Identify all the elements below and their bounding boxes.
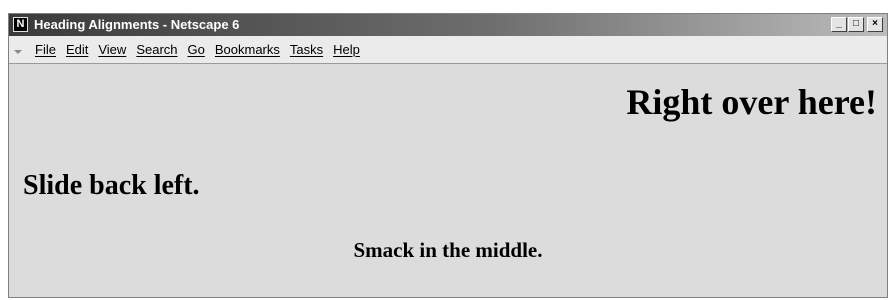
menu-list: File Edit View Search Go Bookmarks Tasks…: [35, 42, 360, 58]
menu-bar: File Edit View Search Go Bookmarks Tasks…: [9, 36, 887, 64]
page-content: Right over here! Slide back left. Smack …: [9, 64, 887, 297]
left-aligned-heading: Slide back left.: [23, 170, 200, 201]
menu-tasks[interactable]: Tasks: [290, 42, 323, 58]
toolbar-grip-icon[interactable]: [14, 50, 22, 54]
menu-go[interactable]: Go: [188, 42, 205, 58]
minimize-button[interactable]: _: [831, 17, 847, 32]
menu-view[interactable]: View: [98, 42, 126, 58]
title-bar[interactable]: N Heading Alignments - Netscape 6 _ □ ×: [9, 14, 887, 36]
menu-search[interactable]: Search: [136, 42, 177, 58]
menu-edit[interactable]: Edit: [66, 42, 88, 58]
maximize-button[interactable]: □: [848, 17, 864, 32]
right-aligned-heading: Right over here!: [626, 82, 877, 122]
window-controls: _ □ ×: [831, 17, 883, 32]
netscape-logo-icon[interactable]: N: [13, 17, 28, 32]
browser-window: N Heading Alignments - Netscape 6 _ □ × …: [8, 13, 888, 298]
center-aligned-heading: Smack in the middle.: [353, 238, 543, 262]
menu-help[interactable]: Help: [333, 42, 360, 58]
window-title: Heading Alignments - Netscape 6: [34, 17, 240, 32]
close-button[interactable]: ×: [867, 17, 883, 32]
menu-bookmarks[interactable]: Bookmarks: [215, 42, 280, 58]
menu-file[interactable]: File: [35, 42, 56, 58]
